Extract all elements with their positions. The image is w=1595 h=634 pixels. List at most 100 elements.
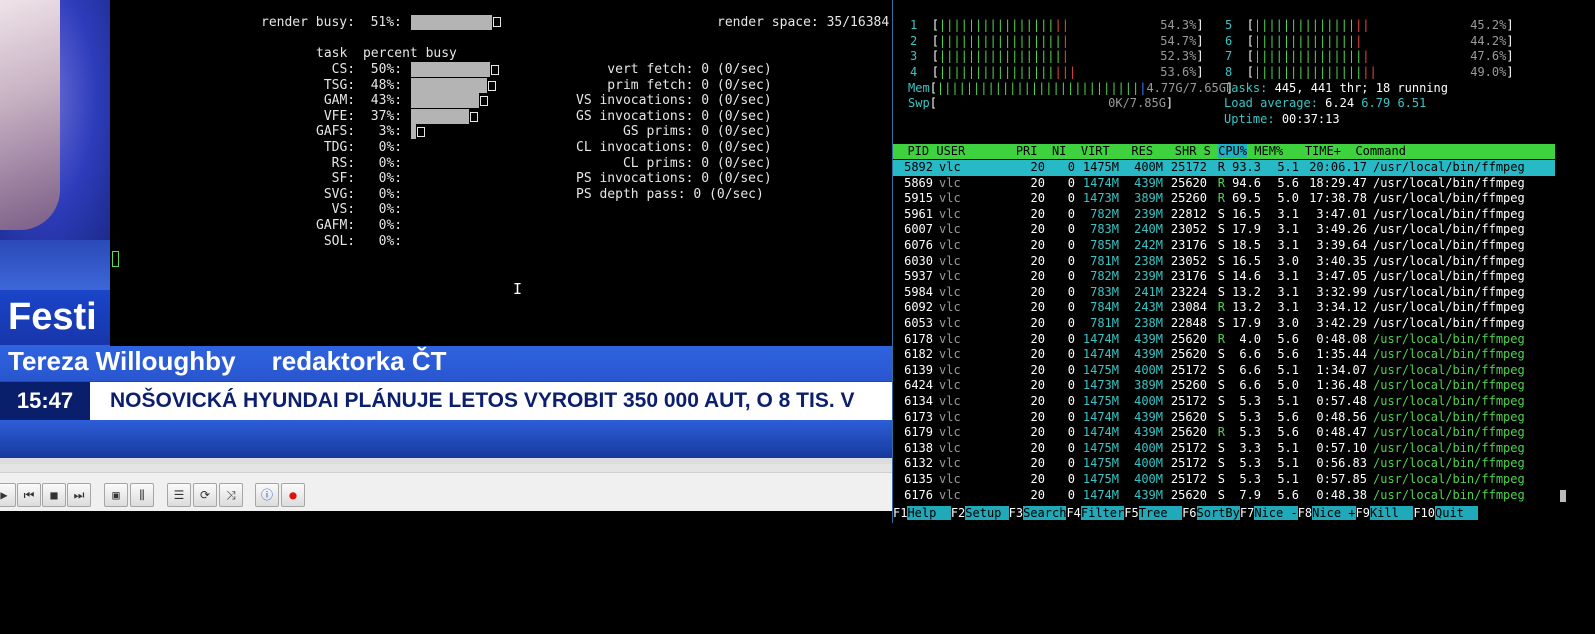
process-table-header[interactable]: PID USER PRI NI VIRT RES SHR S CPU% MEM%… xyxy=(893,144,1555,159)
fkey-f4[interactable]: F4 xyxy=(1066,506,1080,520)
fkey-f7[interactable]: F7 xyxy=(1240,506,1254,520)
record-icon[interactable]: ● xyxy=(281,483,305,507)
cell-pid: 6179 xyxy=(904,425,933,440)
fkey-f5[interactable]: F5 xyxy=(1124,506,1138,520)
cpu-percent: 49.0% xyxy=(1470,64,1507,79)
cell-res: 240M xyxy=(1134,222,1163,237)
swp-value: 0K/7.85G xyxy=(1108,96,1166,110)
cell-cpu: 5.3 xyxy=(1239,425,1261,440)
cpu-id: 1 xyxy=(910,18,918,32)
extended-settings-icon[interactable]: ⫼ xyxy=(130,483,154,507)
process-row[interactable]: 5984 vlc 20 0 783M 241M 23224 S 13.2 3.1 3:32.99/u… xyxy=(893,285,1555,301)
cell-ni: 0 xyxy=(1067,300,1075,315)
cell-virt: 1474M xyxy=(1082,487,1119,502)
scrollbar-thumb[interactable] xyxy=(1560,490,1566,502)
fkey-label[interactable]: Filter xyxy=(1080,506,1125,520)
cell-s: S xyxy=(1217,456,1225,471)
fkey-f2[interactable]: F2 xyxy=(951,506,965,520)
seek-bar[interactable] xyxy=(0,464,892,473)
cell-time: 3:42.29 xyxy=(1316,316,1367,330)
cell-virt: 1475M xyxy=(1082,472,1119,486)
stop-icon[interactable]: ■ xyxy=(42,483,66,507)
loop-icon[interactable]: ⟳ xyxy=(193,483,217,507)
fkey-label[interactable]: Nice + xyxy=(1312,506,1356,520)
process-row[interactable]: 6176 vlc 20 0 1474M 439M 25620 S 7.9 5.6 0:48.38/u… xyxy=(893,488,1555,504)
fkey-label[interactable]: SortBy xyxy=(1196,506,1240,520)
fkey-label[interactable]: Kill xyxy=(1369,506,1414,520)
playlist-icon[interactable]: ☰ xyxy=(167,483,191,507)
process-row[interactable]: 6139 vlc 20 0 1475M 400M 25172 S 6.6 5.1 1:34.07/u… xyxy=(893,363,1555,379)
play-icon[interactable]: ▶ xyxy=(0,483,16,507)
cell-s: R xyxy=(1217,331,1225,346)
fkey-f10[interactable]: F10 xyxy=(1413,506,1435,520)
cell-s: R xyxy=(1217,160,1225,174)
process-row[interactable]: 6134 vlc 20 0 1475M 400M 25172 S 5.3 5.1 0:57.48/u… xyxy=(893,394,1555,410)
prev-icon[interactable]: ⏮ xyxy=(17,483,41,507)
fkey-label[interactable]: Quit xyxy=(1435,506,1479,520)
cell-virt: 1473M xyxy=(1082,191,1119,206)
cell-pri: 20 xyxy=(1030,362,1045,377)
column-cpu-sorted[interactable]: CPU% xyxy=(1218,144,1248,158)
process-row[interactable]: 6007 vlc 20 0 783M 240M 23052 S 17.9 3.1 3:49.26/u… xyxy=(893,222,1555,238)
swp-label: Swp xyxy=(908,96,930,110)
process-row[interactable]: 6173 vlc 20 0 1474M 439M 25620 S 5.3 5.6 0:48.56/u… xyxy=(893,410,1555,426)
cpu-percent: 45.2% xyxy=(1470,18,1507,32)
task-busy-bar-end xyxy=(491,65,499,75)
cell-shr: 25172 xyxy=(1170,362,1207,377)
process-row[interactable]: 6132 vlc 20 0 1475M 400M 25172 S 5.3 5.1 0:56.83/u… xyxy=(893,456,1555,472)
cell-virt: 1474M xyxy=(1082,347,1119,362)
process-row[interactable]: 6053 vlc 20 0 781M 238M 22848 S 17.9 3.0 3:42.29/u… xyxy=(893,316,1555,332)
cell-res: 239M xyxy=(1134,269,1163,284)
process-row[interactable]: 6138 vlc 20 0 1475M 400M 25172 S 3.3 5.1 0:57.10/u… xyxy=(893,441,1555,457)
cell-mem: 5.1 xyxy=(1277,394,1299,408)
task-row-label: GAM: 43%: xyxy=(316,93,403,109)
fkey-f3[interactable]: F3 xyxy=(1009,506,1023,520)
task-row-label: GAFM: 0%: xyxy=(316,218,403,233)
cell-user: vlc xyxy=(939,347,961,362)
fkey-label[interactable]: Help xyxy=(907,506,951,520)
fkey-f9[interactable]: F9 xyxy=(1356,506,1370,520)
process-row[interactable]: 5961 vlc 20 0 782M 239M 22812 S 16.5 3.1 3:47.01/u… xyxy=(893,207,1555,223)
process-row[interactable]: 6135 vlc 20 0 1475M 400M 25172 S 5.3 5.1 0:57.85/u… xyxy=(893,472,1555,488)
intel-gpu-top-terminal[interactable]: render busy: 51%: render space: 35/16384… xyxy=(110,0,892,346)
shuffle-icon[interactable]: ⤨ xyxy=(219,483,243,507)
process-row[interactable]: 6182 vlc 20 0 1474M 439M 25620 S 6.6 5.6 1:35.44/u… xyxy=(893,347,1555,363)
load-5: 6.79 xyxy=(1361,96,1391,110)
process-row[interactable]: 6179 vlc 20 0 1474M 439M 25620 R 5.3 5.6 0:48.47/u… xyxy=(893,425,1555,441)
scrollbar[interactable] xyxy=(1555,0,1569,523)
load-1: 6.24 xyxy=(1325,96,1355,110)
process-row[interactable]: 5915 vlc 20 0 1473M 389M 25260 R 69.5 5.0 17:38.78… xyxy=(893,191,1555,207)
cell-pri: 20 xyxy=(1030,269,1045,284)
next-icon[interactable]: ⏭ xyxy=(67,483,91,507)
fkey-label[interactable]: Nice - xyxy=(1254,506,1298,520)
fkey-label[interactable]: Search xyxy=(1023,506,1067,520)
process-row[interactable]: 6092 vlc 20 0 784M 243M 23084 R 13.2 3.1 3:34.12/u… xyxy=(893,300,1555,316)
fullscreen-icon[interactable]: ▣ xyxy=(104,483,128,507)
info-icon[interactable]: ⓘ xyxy=(255,483,279,507)
columns-right: MEM% TIME+ Command xyxy=(1247,144,1406,158)
process-row[interactable]: 6178 vlc 20 0 1474M 439M 25620 R 4.0 5.6 0:48.08/u… xyxy=(893,332,1555,348)
process-row[interactable]: 6424 vlc 20 0 1473M 389M 25260 S 6.6 5.0 1:36.48/u… xyxy=(893,378,1555,394)
process-row[interactable]: 5937 vlc 20 0 782M 239M 23176 S 14.6 3.1 3:47.05/u… xyxy=(893,269,1555,285)
fkey-f8[interactable]: F8 xyxy=(1298,506,1312,520)
cell-cmd: /usr/local/bin/ffmpeg xyxy=(1373,222,1525,237)
cpu-id: 3 xyxy=(910,49,918,64)
fkey-f6[interactable]: F6 xyxy=(1182,506,1196,520)
htop-terminal[interactable]: 1 [|||||||||||||||||| 54.3%] 2 [||||||||||… xyxy=(892,0,1569,523)
process-row[interactable]: 5892 vlc 20 0 1475M 400M 25172 R 93.3 5.1 20:06.17… xyxy=(893,160,1555,176)
fkey-label[interactable]: Setup xyxy=(965,506,1009,520)
cell-virt: 1474M xyxy=(1082,425,1119,440)
process-row[interactable]: 5869 vlc 20 0 1474M 439M 25620 R 94.6 5.6 18:29.47… xyxy=(893,176,1555,192)
cell-shr: 25172 xyxy=(1170,472,1207,486)
cell-pid: 6424 xyxy=(904,378,933,393)
process-row[interactable]: 6076 vlc 20 0 785M 242M 23176 S 18.5 3.1 3:39.64/u… xyxy=(893,238,1555,254)
cell-ni: 0 xyxy=(1067,191,1075,206)
cell-shr: 25172 xyxy=(1170,440,1207,455)
process-row[interactable]: 6030 vlc 20 0 781M 238M 23052 S 16.5 3.0 3:40.35/u… xyxy=(893,254,1555,270)
fkey-f1[interactable]: F1 xyxy=(893,506,907,520)
fkey-label[interactable]: Tree xyxy=(1138,506,1183,520)
cell-pri: 20 xyxy=(1030,284,1045,299)
task-busy-bar xyxy=(411,62,490,77)
cell-user: vlc xyxy=(939,160,961,174)
cell-pri: 20 xyxy=(1030,300,1045,315)
